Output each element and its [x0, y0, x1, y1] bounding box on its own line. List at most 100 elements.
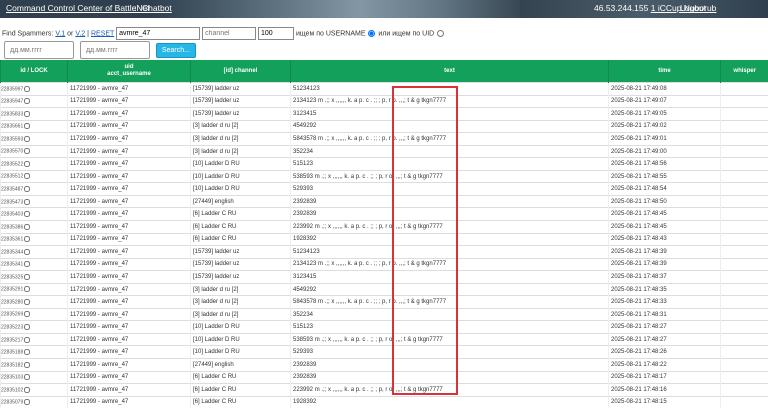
- table-row: 22835102 11721999 - avmre_47[6] Ladder C …: [1, 384, 768, 397]
- time-cell: 2025-08-21 17:49:08: [609, 83, 721, 96]
- lock-checkbox[interactable]: [24, 211, 30, 217]
- date-from-input[interactable]: [7, 44, 71, 56]
- uid-cell: 11721999 - avmre_47: [68, 133, 191, 146]
- table-row: 2283552211721999 - avmre_47[10] Ladder D…: [1, 158, 768, 171]
- table-row: 2283583311721999 - avmre_47[15739] ladde…: [1, 108, 768, 121]
- whisper-cell: [721, 283, 768, 296]
- col-text[interactable]: text: [291, 60, 609, 83]
- chatbot-link[interactable]: Chatbot: [142, 3, 172, 13]
- lock-checkbox[interactable]: [24, 199, 30, 205]
- lock-checkbox[interactable]: [24, 337, 30, 343]
- table-row: 2283559311721999 - avmre_47[3] ladder d …: [1, 133, 768, 146]
- whisper-cell: [721, 183, 768, 196]
- top-bar: Command Control Center of BattleNet :: C…: [0, 0, 768, 18]
- uid-cell: 11721999 - avmre_47: [68, 384, 191, 397]
- date-filter-row: Search...: [4, 41, 196, 59]
- uid-cell: 11721999 - avmre_47: [68, 158, 191, 171]
- col-uid-label: uid acct_username: [107, 64, 151, 77]
- lock-cell: 22835947: [1, 95, 68, 108]
- lock-checkbox[interactable]: [24, 236, 30, 242]
- search-button[interactable]: Search...: [156, 43, 196, 58]
- row-id: 22835512: [1, 174, 23, 180]
- row-id: 22835102: [1, 387, 23, 393]
- table-row: 2283599711721999 - avmre_47[15739] ladde…: [1, 83, 768, 96]
- reset-link[interactable]: RESET: [91, 30, 114, 37]
- highlight-box: [392, 86, 458, 395]
- lock-checkbox[interactable]: [24, 349, 30, 355]
- site-title-link[interactable]: Command Control Center of BattleNet: [6, 3, 150, 13]
- lock-cell: 22835325: [1, 271, 68, 284]
- row-id: 22835570: [1, 149, 23, 155]
- lock-checkbox[interactable]: [24, 299, 30, 305]
- channel-cell: [6] Ladder C RU: [191, 384, 291, 397]
- lock-checkbox[interactable]: [24, 123, 30, 129]
- lock-cell: 22835512: [1, 170, 68, 183]
- lock-checkbox[interactable]: [24, 186, 30, 192]
- lock-checkbox[interactable]: [24, 224, 30, 230]
- row-id: 22835487: [1, 186, 23, 192]
- lock-checkbox[interactable]: [24, 399, 30, 405]
- lock-cell: 22835833: [1, 108, 68, 121]
- row-id: 22835661: [1, 124, 23, 130]
- row-id: 22835361: [1, 237, 23, 243]
- lock-checkbox[interactable]: [24, 362, 30, 368]
- whisper-cell: [721, 346, 768, 359]
- channel-cell: [3] ladder d ru [2]: [191, 296, 291, 309]
- uid-cell: 11721999 - avmre_47: [68, 120, 191, 133]
- time-cell: 2025-08-21 17:49:01: [609, 133, 721, 146]
- col-time[interactable]: time: [609, 60, 721, 83]
- lock-checkbox[interactable]: [24, 274, 30, 280]
- lock-cell: 22835473: [1, 195, 68, 208]
- lock-checkbox[interactable]: [24, 311, 30, 317]
- whisper-cell: [721, 145, 768, 158]
- lock-checkbox[interactable]: [24, 324, 30, 330]
- lock-checkbox[interactable]: [24, 387, 30, 393]
- radio-uid[interactable]: [437, 30, 444, 37]
- version-1-link[interactable]: V.1: [55, 30, 65, 37]
- date-to-input[interactable]: [83, 44, 147, 56]
- title-separator: ::: [132, 3, 137, 13]
- lock-cell: 22835344: [1, 246, 68, 259]
- col-uid[interactable]: uid acct_username: [68, 60, 191, 83]
- lock-checkbox[interactable]: [24, 111, 30, 117]
- lock-cell: 22835188: [1, 346, 68, 359]
- username-input[interactable]: [116, 27, 200, 40]
- col-lock[interactable]: id / LOCK: [1, 60, 68, 83]
- lock-cell: 22835291: [1, 283, 68, 296]
- uid-cell: 11721999 - avmre_47: [68, 170, 191, 183]
- time-cell: 2025-08-21 17:48:45: [609, 208, 721, 221]
- lock-checkbox[interactable]: [24, 136, 30, 142]
- lock-checkbox[interactable]: [24, 161, 30, 167]
- table-row: 2283538611721999 - avmre_47[6] Ladder C …: [1, 221, 768, 234]
- lock-checkbox[interactable]: [24, 98, 30, 104]
- lock-checkbox[interactable]: [24, 249, 30, 255]
- channel-input[interactable]: [202, 27, 256, 40]
- row-id: 22835217: [1, 337, 23, 343]
- uid-cell: 11721999 - avmre_47: [68, 296, 191, 309]
- version-2-link[interactable]: V.2: [75, 30, 85, 37]
- lock-checkbox[interactable]: [24, 86, 30, 92]
- col-channel[interactable]: [id] channel: [191, 60, 291, 83]
- row-id: 22835522: [1, 161, 23, 167]
- channel-cell: [6] Ladder C RU: [191, 221, 291, 234]
- time-cell: 2025-08-21 17:48:39: [609, 246, 721, 259]
- lock-checkbox[interactable]: [24, 148, 30, 154]
- whisper-cell: [721, 170, 768, 183]
- lock-checkbox[interactable]: [24, 173, 30, 179]
- radio-username[interactable]: [368, 30, 375, 37]
- channel-cell: [6] Ladder C RU: [191, 371, 291, 384]
- time-cell: 2025-08-21 17:48:50: [609, 195, 721, 208]
- uid-cell: 11721999 - avmre_47: [68, 221, 191, 234]
- time-cell: 2025-08-21 17:48:17: [609, 371, 721, 384]
- lock-checkbox[interactable]: [24, 286, 30, 292]
- lock-checkbox[interactable]: [24, 261, 30, 267]
- logout-link[interactable]: Logout: [680, 3, 706, 13]
- col-whisper[interactable]: whisper: [721, 60, 768, 83]
- lock-checkbox[interactable]: [24, 374, 30, 380]
- row-id: 22835344: [1, 249, 23, 255]
- lock-cell: 22835361: [1, 233, 68, 246]
- limit-input[interactable]: [258, 27, 294, 40]
- uid-cell: 11721999 - avmre_47: [68, 108, 191, 121]
- uid-cell: 11721999 - avmre_47: [68, 83, 191, 96]
- uid-cell: 11721999 - avmre_47: [68, 371, 191, 384]
